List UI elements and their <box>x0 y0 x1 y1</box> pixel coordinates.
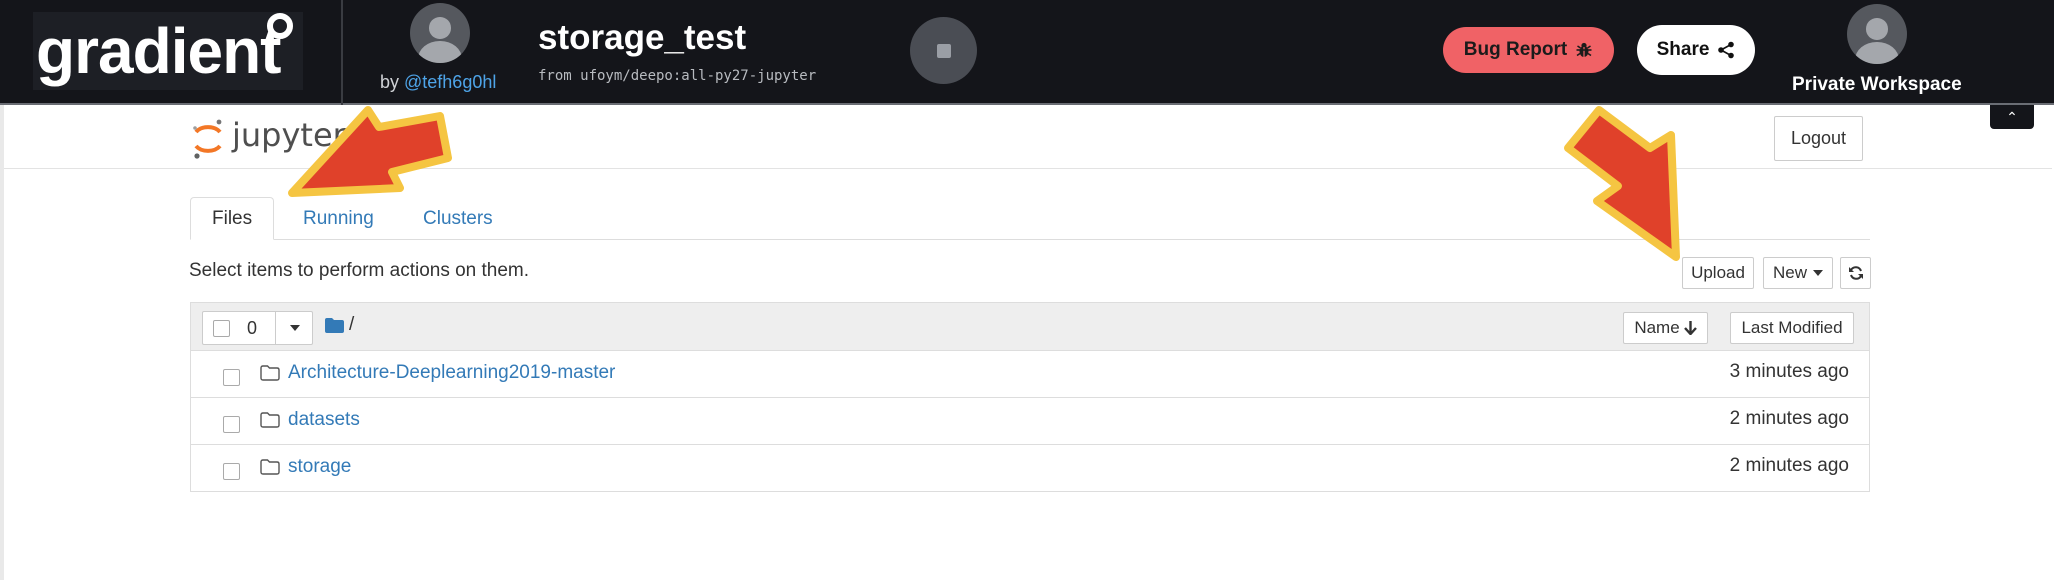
workspace-avatar[interactable] <box>1847 4 1907 64</box>
file-modified: 3 minutes ago <box>1729 361 1849 382</box>
gradient-logo-text: gradient <box>36 15 281 87</box>
refresh-button[interactable] <box>1840 257 1871 289</box>
folder-icon[interactable] <box>325 318 344 333</box>
file-list: 0 / Name Last Modified Architecture-Deep… <box>190 302 1870 492</box>
file-modified: 2 minutes ago <box>1729 455 1849 476</box>
upload-button[interactable]: Upload <box>1682 257 1754 289</box>
folder-icon <box>260 365 280 381</box>
owner-handle-link[interactable]: @tefh6g0hl <box>404 72 496 92</box>
file-list-header: 0 / Name Last Modified <box>191 303 1869 351</box>
bug-icon <box>1576 42 1592 57</box>
row-checkbox[interactable] <box>223 463 240 480</box>
folder-icon <box>260 412 280 428</box>
breadcrumb-root[interactable]: / <box>349 314 354 336</box>
topbar-divider <box>341 0 343 105</box>
caret-down-icon <box>1813 270 1823 276</box>
new-label: New <box>1772 263 1807 282</box>
folder-icon <box>260 459 280 475</box>
logout-button[interactable]: Logout <box>1774 116 1863 161</box>
share-icon <box>1718 41 1735 59</box>
file-name-link[interactable]: storage <box>288 456 351 478</box>
bug-report-label: Bug Report <box>1463 39 1568 60</box>
tab-clusters[interactable]: Clusters <box>402 197 514 240</box>
row-checkbox[interactable] <box>223 369 240 386</box>
sort-name-label: Name <box>1634 318 1680 337</box>
row-checkbox[interactable] <box>223 416 240 433</box>
list-item[interactable]: datasets 2 minutes ago <box>191 398 1869 445</box>
sort-by-name-button[interactable]: Name <box>1623 312 1708 344</box>
stop-notebook-button[interactable] <box>910 17 977 84</box>
workspace-label[interactable]: Private Workspace <box>1792 74 1962 96</box>
stop-icon <box>937 44 951 58</box>
new-dropdown-button[interactable]: New <box>1763 257 1833 289</box>
select-hint: Select items to perform actions on them. <box>189 260 530 281</box>
container-source: from ufoym/deepo:all-py27-jupyter <box>538 68 817 84</box>
caret-down-icon <box>289 325 300 331</box>
file-name-link[interactable]: datasets <box>288 409 360 431</box>
arrow-down-icon <box>1683 321 1697 335</box>
file-name-link[interactable]: Architecture-Deeplearning2019-master <box>288 362 615 384</box>
tab-files[interactable]: Files <box>190 197 275 240</box>
file-modified: 2 minutes ago <box>1729 408 1849 429</box>
gradient-topbar: gradient by @tefh6g0hl storage_test from… <box>0 0 2054 105</box>
jupyter-logo-text[interactable]: jupyter <box>232 116 346 154</box>
selection-menu-caret[interactable] <box>275 312 313 344</box>
selected-count: 0 <box>247 318 258 338</box>
byline-prefix: by <box>380 72 405 92</box>
refresh-icon <box>1848 266 1863 280</box>
select-all-checkbox[interactable] <box>213 320 230 337</box>
owner-byline: by @tefh6g0hl <box>380 72 496 93</box>
select-all-group[interactable]: 0 <box>202 311 313 345</box>
jupyter-logo-icon[interactable] <box>190 118 226 160</box>
tab-running[interactable]: Running <box>282 197 395 240</box>
list-item[interactable]: Architecture-Deeplearning2019-master 3 m… <box>191 351 1869 398</box>
sort-by-modified-button[interactable]: Last Modified <box>1730 312 1854 344</box>
owner-avatar[interactable] <box>410 3 470 63</box>
gradient-logo-ring <box>267 13 293 39</box>
left-edge <box>0 105 4 580</box>
list-item[interactable]: storage 2 minutes ago <box>191 445 1869 492</box>
share-label: Share <box>1656 39 1710 60</box>
notebook-title: storage_test <box>538 18 747 57</box>
share-button[interactable]: Share <box>1637 25 1755 75</box>
bug-report-button[interactable]: Bug Report <box>1443 27 1614 73</box>
